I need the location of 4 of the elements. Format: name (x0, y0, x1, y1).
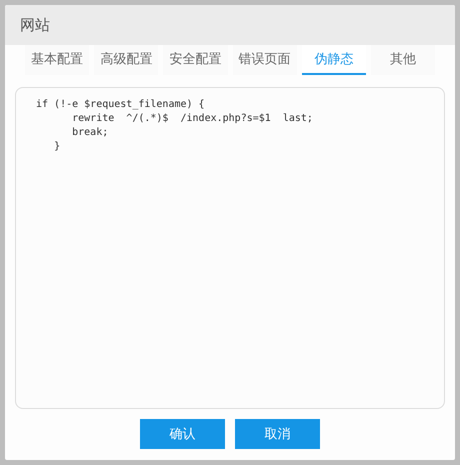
dialog-button[interactable]: 确认 (140, 419, 225, 449)
dialog-title: 网站 (5, 5, 455, 45)
code-editor[interactable]: if (!-e $request_filename) { rewrite ^/(.*)$ /index.php?s=$1 last; break; } (15, 87, 445, 409)
dialog-button[interactable]: 取消 (235, 419, 320, 449)
